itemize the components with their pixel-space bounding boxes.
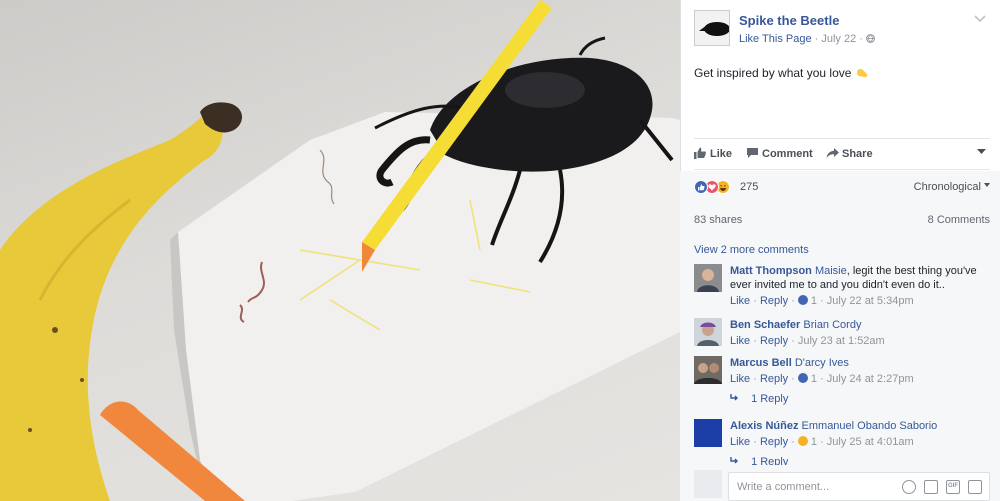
- comment-reply-link[interactable]: Reply: [760, 295, 788, 307]
- reactions-summary[interactable]: 275 Chronological: [694, 180, 990, 196]
- page-name-link[interactable]: Spike the Beetle: [739, 13, 839, 28]
- comment-reaction-count[interactable]: 1: [811, 295, 817, 307]
- comment-body: Alexis Núñez Emmanuel Obando Saborio Lik…: [730, 419, 992, 449]
- comment-reaction-count[interactable]: 1: [811, 436, 817, 448]
- replies-count: 1 Reply: [751, 393, 789, 405]
- reply-arrow-icon: [730, 456, 743, 465]
- comment-author[interactable]: Ben Schaefer: [730, 319, 800, 331]
- beetle-photo-illustration: [0, 0, 680, 501]
- comment-reply-link[interactable]: Reply: [760, 373, 788, 385]
- comment-time[interactable]: July 22 at 5:34pm: [827, 295, 914, 307]
- like-button[interactable]: Like: [694, 147, 732, 160]
- post-photo[interactable]: [0, 0, 680, 501]
- sort-dropdown[interactable]: Chronological: [914, 181, 990, 193]
- sticker-icon[interactable]: [968, 480, 982, 494]
- caret-down-icon: [984, 183, 990, 187]
- comment-tag[interactable]: Maisie: [815, 265, 847, 277]
- post-header: Spike the Beetle Like This Page · July 2…: [694, 10, 994, 50]
- comment-reply-link[interactable]: Reply: [760, 335, 788, 347]
- chevron-down-icon[interactable]: [974, 10, 986, 26]
- reply-arrow-icon: [730, 393, 743, 405]
- comment-body: Marcus Bell D'arcy Ives Like · Reply · 1…: [730, 356, 992, 386]
- comment-actions: Like · Reply · July 23 at 1:52am: [730, 335, 885, 347]
- post-action-bar: Like Comment Share: [694, 138, 990, 170]
- post-text: Get inspired by what you love: [694, 66, 869, 80]
- page-avatar[interactable]: [694, 10, 730, 46]
- comment-body: Matt Thompson Maisie, legit the best thi…: [730, 264, 992, 308]
- post-message: Get inspired by what you love: [694, 66, 852, 80]
- view-replies-link[interactable]: 1 Reply: [730, 456, 788, 465]
- like-reaction-icon: [797, 295, 808, 305]
- comments-count[interactable]: 8 Comments: [928, 214, 990, 226]
- wow-reaction-icon: [797, 436, 808, 446]
- comment-input-placeholder[interactable]: Write a comment...: [737, 481, 829, 493]
- meta-separator: ·: [814, 33, 819, 45]
- thumbs-up-icon: [694, 147, 706, 159]
- comment-bubble-icon: [746, 147, 758, 159]
- reaction-icons: [694, 180, 734, 194]
- comment-reaction-count[interactable]: 1: [811, 373, 817, 385]
- avatar: [694, 470, 722, 498]
- comment-like-link[interactable]: Like: [730, 295, 750, 307]
- comment-author[interactable]: Alexis Núñez: [730, 420, 798, 432]
- share-label: Share: [842, 148, 873, 160]
- comment-actions: Like · Reply · 1 · July 24 at 2:27pm: [730, 373, 914, 385]
- emoji-icon[interactable]: [902, 480, 916, 494]
- comment-like-link[interactable]: Like: [730, 335, 750, 347]
- raised-fist-emoji-icon: [855, 66, 869, 80]
- comment-time[interactable]: July 25 at 4:01am: [827, 436, 914, 448]
- view-replies-link[interactable]: 1 Reply: [730, 393, 788, 405]
- like-reaction-icon: [694, 180, 708, 194]
- comment-composer[interactable]: Write a comment... GIF: [728, 472, 990, 501]
- reaction-count[interactable]: 275: [740, 181, 758, 193]
- meta-separator: ·: [859, 33, 863, 45]
- camera-icon[interactable]: [924, 480, 938, 494]
- share-arrow-icon: [826, 147, 839, 159]
- like-reaction-icon: [797, 373, 808, 383]
- comment-like-link[interactable]: Like: [730, 436, 750, 448]
- view-more-comments-link[interactable]: View 2 more comments: [694, 244, 809, 256]
- comment-reply-link[interactable]: Reply: [760, 436, 788, 448]
- shares-count[interactable]: 83 shares: [694, 214, 742, 226]
- post-meta: Like This Page · July 22 ·: [739, 33, 875, 45]
- comment-author[interactable]: Matt Thompson: [730, 265, 812, 277]
- sort-label: Chronological: [913, 181, 981, 193]
- avatar[interactable]: [694, 419, 722, 447]
- replies-count: 1 Reply: [751, 456, 789, 465]
- avatar[interactable]: [694, 356, 722, 384]
- comment-like-link[interactable]: Like: [730, 373, 750, 385]
- comment-time[interactable]: July 24 at 2:27pm: [827, 373, 914, 385]
- avatar[interactable]: [694, 318, 722, 346]
- caret-down-icon[interactable]: [977, 147, 986, 158]
- comment-actions: Like · Reply · 1 · July 25 at 4:01am: [730, 436, 914, 448]
- avatar[interactable]: [694, 264, 722, 292]
- comment-label: Comment: [762, 148, 813, 160]
- comment-author[interactable]: Marcus Bell: [730, 357, 792, 369]
- globe-icon: [866, 33, 875, 45]
- comment-time[interactable]: July 23 at 1:52am: [798, 335, 885, 347]
- share-button[interactable]: Share: [826, 147, 873, 160]
- gif-icon[interactable]: GIF: [946, 480, 960, 494]
- like-page-link[interactable]: Like This Page: [739, 33, 812, 45]
- like-label: Like: [710, 148, 733, 160]
- comment-tag[interactable]: Brian Cordy: [803, 319, 861, 331]
- comment-body: Ben Schaefer Brian Cordy Like · Reply · …: [730, 318, 992, 348]
- comment-actions: Like · Reply · 1 · July 22 at 5:34pm: [730, 295, 914, 307]
- comment-tag[interactable]: Emmanuel Obando Saborio: [802, 420, 938, 432]
- post-date[interactable]: July 22: [821, 33, 856, 45]
- post-stats: 83 shares 8 Comments: [694, 214, 990, 228]
- comment-tag[interactable]: D'arcy Ives: [795, 357, 849, 369]
- comment-button[interactable]: Comment: [746, 147, 813, 160]
